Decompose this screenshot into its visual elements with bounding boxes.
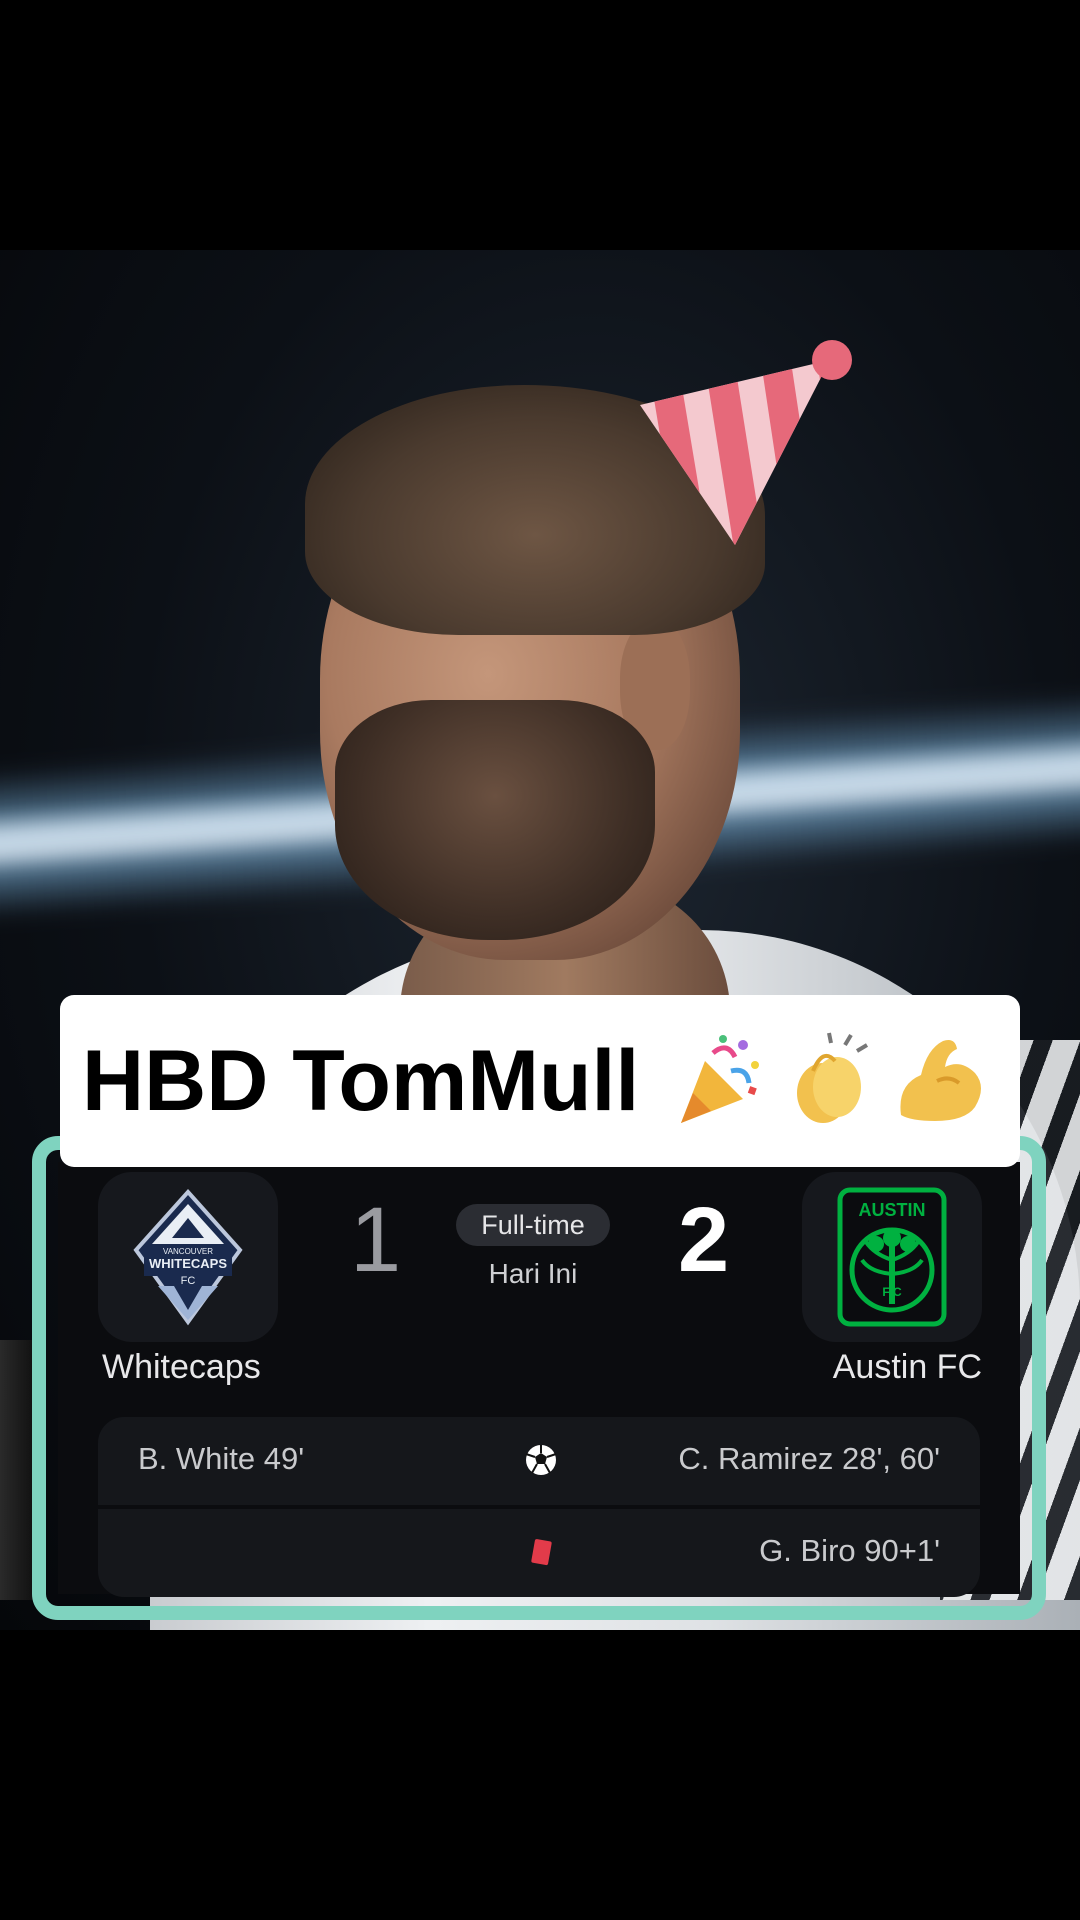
austin-fc-crest-icon: AUSTIN F C (837, 1187, 947, 1327)
event-away-text: C. Ramirez 28', 60' (678, 1441, 940, 1476)
soccer-ball-icon (525, 1445, 557, 1475)
austin-crest-text: AUSTIN (859, 1200, 926, 1220)
party-hat-sticker (640, 340, 852, 545)
caption-banner: HBD TomMull (60, 995, 1020, 1167)
home-score: 1 (350, 1189, 402, 1291)
match-status-badge: Full-time (456, 1204, 610, 1246)
away-score: 2 (678, 1189, 730, 1291)
event-row-cards: G. Biro 90+1' (98, 1509, 980, 1597)
caption-text: HBD TomMull (82, 1032, 640, 1129)
player-beard (335, 700, 655, 940)
caption-emojis (673, 1031, 985, 1131)
party-popper-icon (681, 1035, 760, 1123)
away-crest-box: AUSTIN F C (802, 1172, 982, 1342)
video-frame: HBD TomMull VANCOUVER WHITECAPS FC White… (0, 0, 1080, 1920)
scorecard[interactable]: VANCOUVER WHITECAPS FC Whitecaps 1 Full-… (58, 1162, 1020, 1597)
austin-crest-fc-text: F C (882, 1285, 902, 1299)
event-home-text: B. White 49' (138, 1441, 305, 1476)
whitecaps-crest-text-bottom: FC (181, 1275, 196, 1287)
match-date: Hari Ini (488, 1258, 578, 1289)
red-card-icon (531, 1539, 552, 1566)
flexed-biceps-icon (900, 1040, 982, 1121)
whitecaps-crest-icon: VANCOUVER WHITECAPS FC (133, 1189, 243, 1326)
clapping-hands-icon (797, 1032, 869, 1123)
away-team-name: Austin FC (832, 1348, 982, 1386)
match-events-list: B. White 49' C. Ramirez 28', 60' G. Biro… (98, 1417, 980, 1597)
home-crest-box: VANCOUVER WHITECAPS FC (98, 1172, 278, 1342)
whitecaps-crest-text-top: VANCOUVER (163, 1247, 213, 1256)
event-row-goals: B. White 49' C. Ramirez 28', 60' (98, 1417, 980, 1505)
home-team-name: Whitecaps (102, 1348, 261, 1386)
whitecaps-crest-text-mid: WHITECAPS (149, 1256, 227, 1271)
event-away-text: G. Biro 90+1' (759, 1533, 940, 1568)
